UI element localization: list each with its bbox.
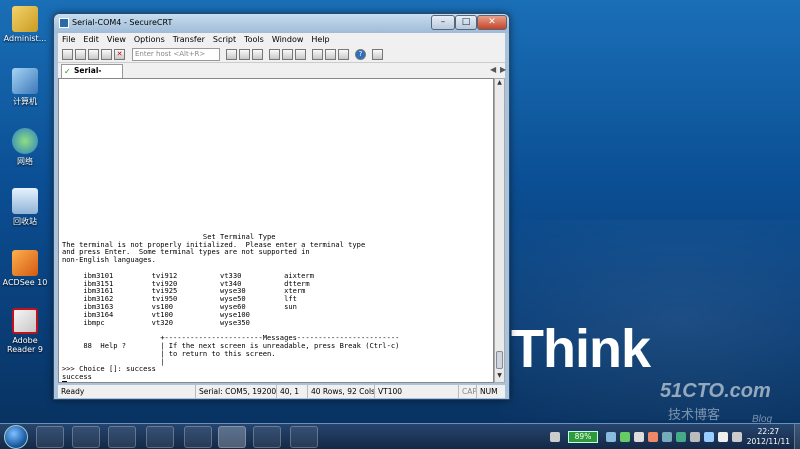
- menu-transfer[interactable]: Transfer: [169, 33, 209, 47]
- quick-connect-icon[interactable]: [75, 49, 86, 60]
- sftp-icon[interactable]: [295, 49, 306, 60]
- maximize-button[interactable]: □: [455, 15, 477, 30]
- tray-icon[interactable]: [662, 432, 672, 442]
- tray-icon[interactable]: [648, 432, 658, 442]
- folder-icon: [12, 6, 38, 32]
- terminal-cursor: [62, 380, 67, 382]
- file-explorer-icon[interactable]: [72, 426, 100, 448]
- start-button[interactable]: [4, 425, 28, 449]
- print-screen-icon[interactable]: [282, 49, 293, 60]
- global-options-icon[interactable]: [325, 49, 336, 60]
- securecrt-window: Serial-COM4 - SecureCRT – □ ✕ File Edit Vi…: [53, 13, 510, 400]
- tray-icon[interactable]: [676, 432, 686, 442]
- connect-tab-icon[interactable]: [88, 49, 99, 60]
- terminal-line: non-English languages.: [62, 255, 156, 265]
- status-bar: Ready Serial: COM5, 19200 40, 1 40 Rows,…: [58, 385, 505, 398]
- scroll-up-icon[interactable]: ▲: [495, 79, 504, 89]
- system-tray: 89% 22:27 2012/11/11: [510, 424, 800, 449]
- taskbar-app-icon[interactable]: [108, 426, 136, 448]
- connected-check-icon: ✓: [64, 67, 71, 76]
- clock[interactable]: 22:27 2012/11/11: [747, 427, 790, 447]
- connect-icon[interactable]: [62, 49, 73, 60]
- scrollbar-thumb[interactable]: [496, 351, 503, 369]
- network-icon[interactable]: [704, 432, 714, 442]
- acdsee-icon: [12, 250, 38, 276]
- tab-scroll-right-icon[interactable]: ▶: [500, 65, 506, 74]
- menu-help[interactable]: Help: [307, 33, 333, 47]
- volume-icon[interactable]: [718, 432, 728, 442]
- pdf-icon: [12, 308, 38, 334]
- menu-bar: File Edit View Options Transfer Script Tools Wi…: [58, 33, 505, 47]
- scroll-down-icon[interactable]: ▼: [495, 372, 504, 382]
- menu-edit[interactable]: Edit: [79, 33, 103, 47]
- copy-icon[interactable]: [226, 49, 237, 60]
- desktop-icon-administrator[interactable]: Administ...: [0, 6, 50, 43]
- status-position: 40, 1: [276, 385, 302, 398]
- terminal-line: ibmpc vt320 wyse350: [62, 317, 250, 327]
- clock-date: 2012/11/11: [746, 437, 790, 446]
- desktop-icon-acdsee[interactable]: ACDSee 10: [0, 250, 50, 287]
- toolbar: ✕ Enter host <Alt+R> ?: [58, 47, 505, 63]
- title-bar[interactable]: Serial-COM4 - SecureCRT – □ ✕: [54, 14, 509, 33]
- tray-icon[interactable]: [550, 432, 560, 442]
- find-icon[interactable]: [252, 49, 263, 60]
- terminal-line: success: [62, 372, 92, 382]
- print-icon[interactable]: [269, 49, 280, 60]
- menu-view[interactable]: View: [103, 33, 130, 47]
- taskbar: 89% 22:27 2012/11/11: [0, 423, 800, 449]
- terminal-area[interactable]: Set Terminal Type The terminal is not pr…: [58, 78, 494, 383]
- taskbar-app-icon[interactable]: [184, 426, 212, 448]
- terminal-text: Set Terminal Type The terminal is not pr…: [62, 225, 399, 382]
- internet-explorer-icon[interactable]: [36, 426, 64, 448]
- clock-time: 22:27: [757, 427, 780, 436]
- tray-icon[interactable]: [620, 432, 630, 442]
- globe-icon: [12, 128, 38, 154]
- minimize-button[interactable]: –: [431, 15, 455, 30]
- keymap-icon[interactable]: [338, 49, 349, 60]
- watermark-site: 51CTO.com: [660, 380, 771, 402]
- desktop-icon-computer[interactable]: 计算机: [0, 68, 50, 107]
- menu-window[interactable]: Window: [268, 33, 308, 47]
- battery-indicator[interactable]: 89%: [568, 431, 598, 443]
- desktop-icon-recycle-bin[interactable]: 回收站: [0, 188, 50, 227]
- status-num: NUM: [476, 385, 501, 398]
- watermark-sub: 技术博客: [668, 408, 721, 423]
- qq-icon[interactable]: [253, 426, 281, 448]
- tab-serial-com4[interactable]: ✓ Serial-COM4: [61, 64, 123, 87]
- enter-host-input[interactable]: Enter host <Alt+R>: [132, 48, 220, 61]
- wallpaper-think-text: Think: [511, 319, 651, 379]
- recycle-bin-icon: [12, 188, 38, 214]
- status-connection: Serial: COM5, 19200: [195, 385, 279, 398]
- disconnect-icon[interactable]: ✕: [114, 49, 125, 60]
- tray-icon[interactable]: [606, 432, 616, 442]
- about-icon[interactable]: [372, 49, 383, 60]
- status-size: 40 Rows, 92 Cols: [307, 385, 378, 398]
- securecrt-app-icon[interactable]: [59, 18, 69, 28]
- reconnect-icon[interactable]: [101, 49, 112, 60]
- tray-icon[interactable]: [732, 432, 742, 442]
- securecrt-taskbar-icon[interactable]: [218, 426, 246, 448]
- tray-icon[interactable]: [690, 432, 700, 442]
- feiq-icon[interactable]: [146, 426, 174, 448]
- vertical-scrollbar[interactable]: ▲ ▼: [494, 78, 505, 383]
- session-options-icon[interactable]: [312, 49, 323, 60]
- computer-icon: [12, 68, 38, 94]
- paste-icon[interactable]: [239, 49, 250, 60]
- window-title: Serial-COM4 - SecureCRT: [72, 18, 173, 27]
- help-icon[interactable]: ?: [355, 49, 366, 60]
- tab-bar: ✓ Serial-COM4 ◀ ▶: [58, 63, 506, 87]
- desktop-icon-network[interactable]: 网络: [0, 128, 50, 167]
- desktop-icon-adobe-reader[interactable]: Adobe Reader 9: [0, 308, 50, 354]
- close-button[interactable]: ✕: [477, 15, 507, 30]
- status-emulation: VT100: [374, 385, 405, 398]
- show-desktop-button[interactable]: [794, 424, 800, 449]
- word-icon[interactable]: [290, 426, 318, 448]
- tab-scroll-left-icon[interactable]: ◀: [490, 65, 496, 74]
- menu-options[interactable]: Options: [130, 33, 169, 47]
- menu-file[interactable]: File: [58, 33, 79, 47]
- menu-tools[interactable]: Tools: [240, 33, 268, 47]
- menu-script[interactable]: Script: [209, 33, 240, 47]
- tray-icon[interactable]: [634, 432, 644, 442]
- status-ready: Ready: [61, 387, 85, 396]
